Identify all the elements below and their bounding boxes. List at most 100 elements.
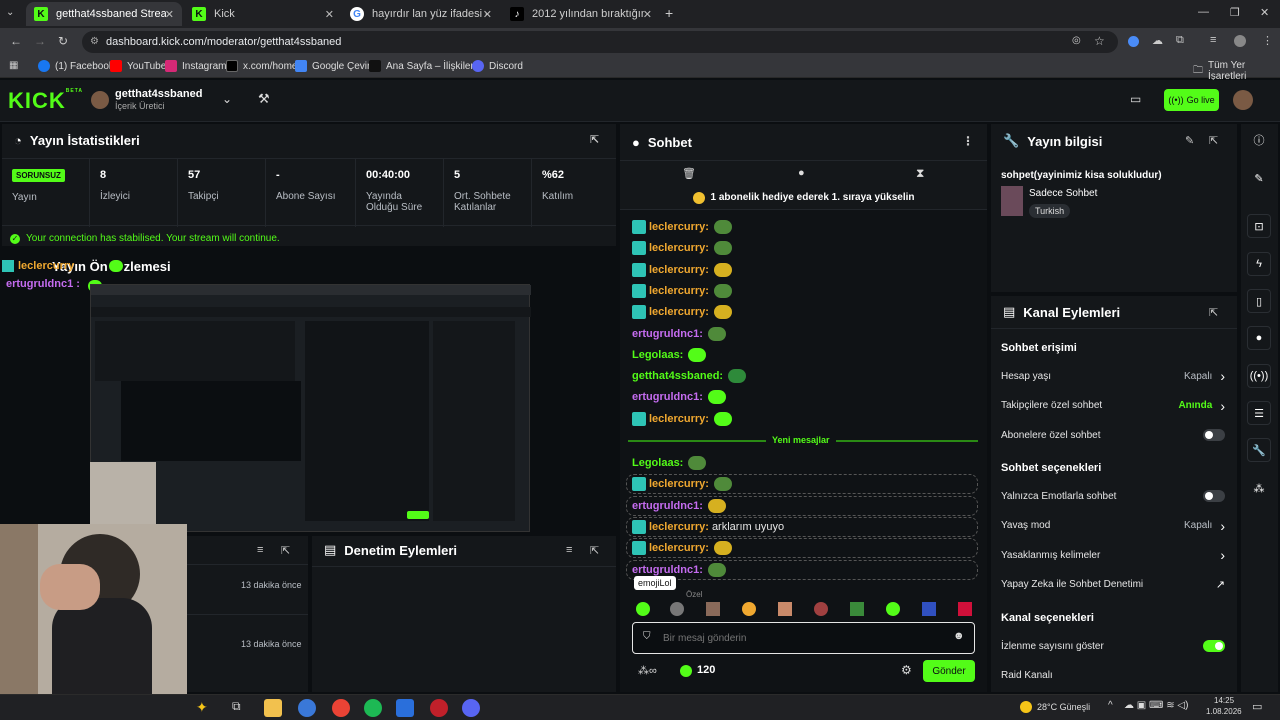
tab-kick-stream[interactable]: K getthat4ssbaned Stream - Kick ✕ [26, 2, 182, 26]
chat-username[interactable]: leclercurry: [649, 306, 709, 318]
chat-menu-icon[interactable]: ⋮ [962, 134, 974, 148]
chat-icon[interactable]: ● [798, 167, 805, 179]
chat-username[interactable]: ertugruldnc1: [632, 328, 703, 340]
profile-avatar-icon[interactable] [1234, 35, 1246, 47]
chat-message[interactable]: getthat4ssbaned: [632, 367, 747, 385]
close-tab-icon[interactable]: ✕ [643, 8, 652, 21]
obs-icon[interactable] [430, 699, 448, 717]
emote-photo-icon[interactable] [706, 602, 720, 616]
channel-setting-row[interactable]: Yapay Zeka ile Sohbet Denetimi ↗ [1001, 575, 1225, 595]
emote-face-icon[interactable] [670, 602, 684, 616]
popout-icon[interactable]: ⇱ [281, 544, 290, 557]
popout-icon[interactable]: ⇱ [590, 133, 599, 146]
chat-username[interactable]: leclercurry: [649, 264, 709, 276]
discord-taskbar-icon[interactable] [462, 699, 480, 717]
go-live-button[interactable]: ((•)) Go live [1164, 89, 1219, 111]
chat-message[interactable]: leclercurry: [632, 218, 732, 236]
category-name[interactable]: Sadece Sohbet [1029, 188, 1097, 199]
language-tag[interactable]: Turkish [1029, 204, 1071, 218]
setting-control[interactable]: Anında › [1178, 398, 1225, 414]
emote-frog-icon[interactable] [850, 602, 864, 616]
layout-icon[interactable]: ▭ [1130, 92, 1141, 106]
taskbar-app-icon[interactable] [298, 699, 316, 717]
chat-message[interactable]: leclercurry: [632, 239, 732, 257]
chat-username[interactable]: leclercurry: [649, 413, 709, 425]
extensions-puzzle-icon[interactable]: ⧉ [1176, 34, 1184, 47]
chat-message[interactable]: leclercurry: [632, 261, 732, 279]
trash-icon[interactable]: 🗑 [682, 167, 696, 180]
hourglass-icon[interactable]: ⧗ [916, 166, 924, 181]
reading-list-icon[interactable]: ≡ [1210, 34, 1216, 46]
close-tab-icon[interactable]: ✕ [325, 8, 334, 21]
setting-control[interactable]: ↗ [1216, 578, 1225, 591]
toggle-switch[interactable] [1203, 490, 1225, 502]
bookmark-x[interactable]: x.com/home [226, 60, 297, 72]
channel-setting-row[interactable]: Yasaklanmış kelimeler › [1001, 545, 1225, 565]
close-tab-icon[interactable]: ✕ [483, 8, 492, 21]
chat-message[interactable]: Legolaas: [632, 454, 707, 472]
chat-message[interactable]: leclercurry: [632, 539, 732, 557]
back-icon[interactable]: ← [10, 34, 22, 48]
chat-username[interactable]: Legolaas: [632, 457, 683, 469]
chat-message[interactable]: leclercurry: [632, 410, 732, 428]
send-button[interactable]: Gönder [923, 660, 975, 682]
server-side-icon[interactable]: ☰ [1247, 401, 1271, 425]
tab-kick[interactable]: K Kick ✕ [184, 2, 342, 26]
widgets-sparkle-icon[interactable]: ✦ [196, 699, 208, 716]
task-view-icon[interactable]: ⧉ [232, 699, 250, 717]
setting-control[interactable] [1203, 490, 1225, 502]
setting-control[interactable]: Kapalı › [1184, 368, 1225, 384]
notification-icon[interactable]: ▭ [1252, 700, 1262, 713]
eye-off-icon[interactable]: ◎ [1072, 35, 1081, 46]
apps-grid-icon[interactable]: ▦ [9, 60, 18, 71]
tab-google[interactable]: G hayırdır lan yüz ifadesi - Googl ✕ [342, 2, 500, 26]
chat-username[interactable]: leclercurry: [649, 542, 709, 554]
tab-tiktok[interactable]: ♪ 2012 yılından bıraktığım bir arı ✕ [502, 2, 660, 26]
channel-setting-row[interactable]: Yavaş mod Kapalı › [1001, 516, 1225, 536]
channel-setting-row[interactable]: Hesap yaşı Kapalı › [1001, 366, 1225, 386]
chat-username[interactable]: leclercurry: [649, 221, 709, 233]
reload-icon[interactable]: ↻ [58, 34, 68, 48]
capture-icon[interactable]: ⊡ [1247, 214, 1271, 238]
filter-icon[interactable]: ≡ [257, 544, 263, 556]
close-window-icon[interactable]: ✕ [1260, 6, 1269, 19]
channel-setting-row[interactable]: Takipçilere özel sohbet Anında › [1001, 396, 1225, 416]
chat-username[interactable]: leclercurry: [649, 521, 709, 533]
url-field[interactable]: ⚙ dashboard.kick.com/moderator/getthat4s… [82, 31, 1118, 53]
bookmark-star-icon[interactable]: ☆ [1094, 34, 1105, 48]
chat-message[interactable]: Legolaas: [632, 346, 707, 364]
site-info-icon[interactable]: ⚙ [90, 31, 99, 53]
close-tab-icon[interactable]: ✕ [165, 8, 174, 21]
kick-logo[interactable]: KICKBETA [8, 88, 83, 114]
minimize-icon[interactable]: — [1198, 6, 1209, 18]
channel-setting-row[interactable]: Yalnızca Emotlarla sohbet [1001, 486, 1225, 506]
chat-message[interactable]: leclercurry: [632, 282, 732, 300]
setting-control[interactable] [1203, 429, 1225, 441]
emoji-picker-icon[interactable]: ☻ [953, 630, 965, 642]
gift-banner[interactable]: 1 abonelik hediye ederek 1. sıraya yükse… [620, 186, 987, 210]
users-side-icon[interactable]: ⁂ [1247, 476, 1271, 500]
chat-username[interactable]: ertugruldnc1: [632, 500, 703, 512]
extension-icon[interactable] [1128, 36, 1139, 47]
clock-date[interactable]: 1.08.2026 [1206, 707, 1242, 716]
chat-username[interactable]: leclercurry: [649, 285, 709, 297]
channel-setting-row[interactable]: Abonelere özel sohbet [1001, 425, 1225, 445]
emote-creature-icon[interactable] [814, 602, 828, 616]
chat-username[interactable]: ertugruldnc1: [632, 391, 703, 403]
setting-control[interactable]: › [1212, 547, 1225, 563]
chat-username[interactable]: ertugruldnc1: [632, 564, 703, 576]
stream-video[interactable] [90, 284, 531, 532]
chat-input-box[interactable]: ⛉ ☻ [632, 622, 975, 654]
all-bookmarks[interactable]: 🗀 Tüm Yer İşaretleri [1193, 60, 1280, 82]
channel-setting-row[interactable]: Raid Kanalı [1001, 666, 1225, 686]
chat-message[interactable]: ertugruldnc1: [632, 497, 726, 515]
hammer-icon[interactable]: ⚒ [258, 91, 270, 107]
popout-icon[interactable]: ⇱ [590, 544, 599, 557]
flag-denmark-icon[interactable] [958, 602, 972, 616]
chat-message[interactable]: ertugruldnc1: [632, 388, 726, 406]
setting-control[interactable] [1203, 640, 1225, 652]
clock-time[interactable]: 14:25 [1214, 696, 1234, 705]
tray-chevron-icon[interactable]: ^ [1108, 700, 1113, 711]
emote-smile-icon[interactable] [742, 602, 756, 616]
user-avatar[interactable] [1233, 90, 1253, 110]
